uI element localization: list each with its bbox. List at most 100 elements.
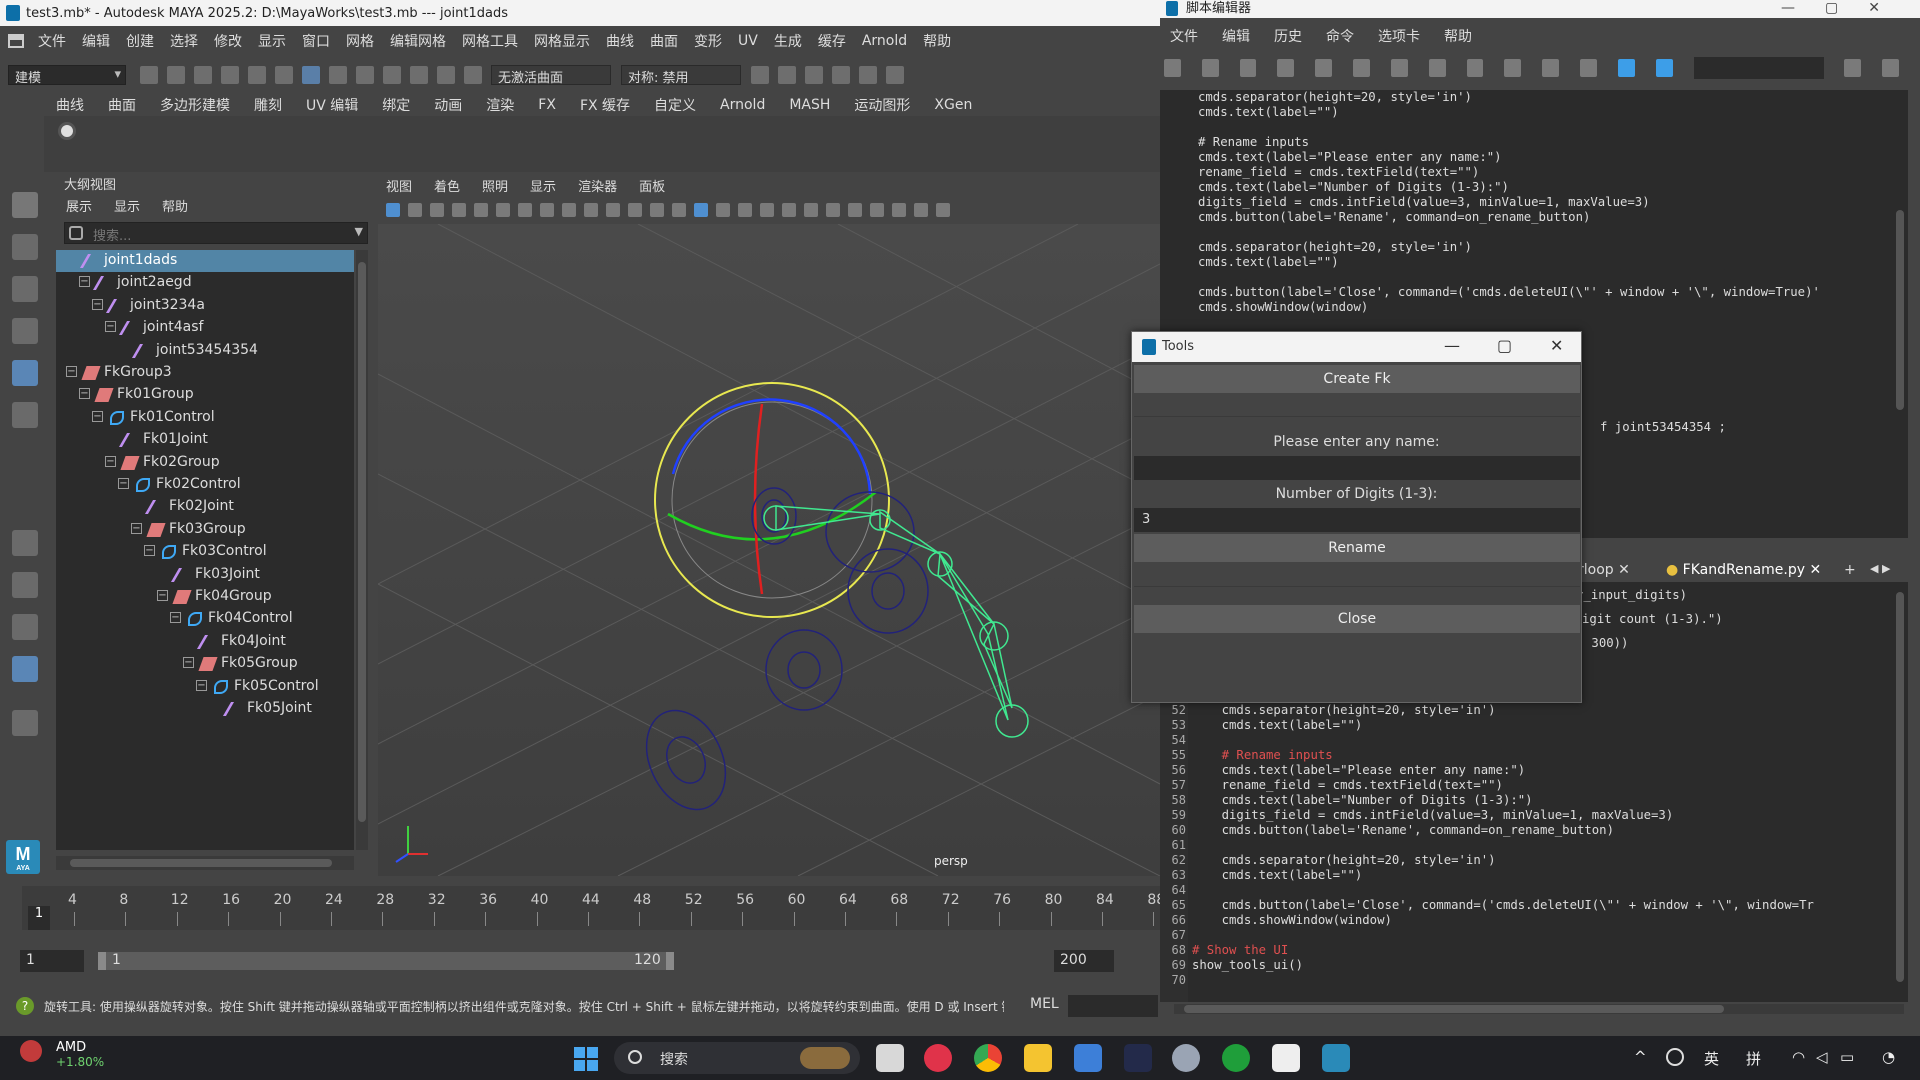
outliner-item[interactable]: − Fk01Group [56, 384, 354, 406]
isolate-select-icon[interactable] [870, 203, 884, 217]
open-scene-icon[interactable] [167, 66, 185, 84]
maya-taskbar-icon[interactable] [1322, 1044, 1350, 1072]
outliner-item[interactable]: − Fk04Group [56, 586, 354, 608]
chrome-icon[interactable] [974, 1044, 1002, 1072]
snap-curve-icon[interactable] [383, 66, 401, 84]
script-tab[interactable]: rloop ✕ [1578, 562, 1630, 578]
wifi-icon[interactable]: ◠ [1792, 1048, 1805, 1066]
render-icon[interactable] [778, 66, 796, 84]
render-frame-icon[interactable] [751, 66, 769, 84]
outliner-layout-icon[interactable] [12, 656, 38, 682]
shelf-tab[interactable]: UV 编辑 [306, 95, 358, 115]
new-scene-icon[interactable] [140, 66, 158, 84]
file-explorer-icon[interactable] [1024, 1044, 1052, 1072]
shelf-tab[interactable]: 自定义 [654, 95, 696, 115]
outliner-menu-item[interactable]: 帮助 [162, 196, 188, 215]
shelf-tab[interactable]: 多边形建模 [160, 95, 230, 115]
shelf-tab[interactable]: MASH [789, 97, 830, 113]
start-time-field[interactable]: 1 [20, 950, 84, 972]
outliner-item[interactable]: − Fk02Control [56, 474, 354, 496]
create-fk-button[interactable]: Create Fk [1134, 365, 1580, 393]
search-icon[interactable] [12, 710, 38, 736]
viewport-menu-item[interactable]: 着色 [434, 176, 460, 195]
app-icon[interactable] [1124, 1044, 1152, 1072]
undo-icon[interactable] [221, 66, 239, 84]
save-scene-icon[interactable] [194, 66, 212, 84]
shelf-tab[interactable]: 动画 [434, 95, 462, 115]
shelf-tab[interactable]: 雕刻 [254, 95, 282, 115]
show-both-icon[interactable] [1504, 59, 1522, 77]
sync-icon[interactable] [1666, 1048, 1684, 1066]
stock-widget[interactable]: AMD +1.80% [20, 1040, 104, 1069]
shelf-tab[interactable]: 绑定 [382, 95, 410, 115]
battery-icon[interactable]: ▭ [1840, 1048, 1854, 1066]
clear-all-icon[interactable] [1390, 59, 1408, 77]
render-settings-icon[interactable] [832, 66, 850, 84]
outliner-item[interactable]: joint1dads [56, 250, 354, 272]
show-history-icon[interactable] [1428, 59, 1446, 77]
grid-toggle-icon[interactable] [518, 203, 532, 217]
collapse-toggle-icon[interactable]: − [144, 545, 155, 557]
menu-item[interactable]: Arnold [862, 33, 907, 49]
redo-icon[interactable] [248, 66, 266, 84]
microsoft-store-icon[interactable] [1074, 1044, 1102, 1072]
time-slider[interactable]: 4 8 12 16 20 24 28 32 36 40 44 48 52 56 60 64 68 72 76 80 84… [0, 886, 1160, 940]
outliner-item[interactable]: − joint4asf [56, 317, 354, 339]
ambient-occlusion-icon[interactable] [826, 203, 840, 217]
shelf-tab[interactable]: FX [538, 97, 556, 113]
capcut-icon[interactable] [1272, 1044, 1300, 1072]
shelf-tab[interactable]: Arnold [720, 97, 765, 113]
snap-surface-icon[interactable] [437, 66, 455, 84]
menu-item[interactable]: 网格显示 [534, 31, 590, 51]
clear-input-icon[interactable] [1353, 59, 1370, 77]
shelf-tab[interactable]: XGen [934, 97, 972, 113]
collapse-toggle-icon[interactable]: − [105, 455, 116, 467]
viewport-menu-item[interactable]: 显示 [530, 176, 556, 195]
tab-nav-icon[interactable]: ◀ ▶ [1870, 562, 1890, 575]
safe-title-icon[interactable] [650, 203, 664, 217]
menu-item[interactable]: 变形 [694, 31, 722, 51]
outliner-menu-item[interactable]: 显示 [114, 196, 140, 215]
collapse-toggle-icon[interactable]: − [131, 522, 142, 534]
history-scrollbar[interactable] [1896, 210, 1904, 410]
rotate-tool-icon[interactable] [12, 360, 38, 386]
viewport-menu-item[interactable]: 视图 [386, 176, 412, 195]
menu-item[interactable]: 选择 [170, 31, 198, 51]
lights-icon[interactable] [782, 203, 796, 217]
close-icon[interactable]: ✕ [1550, 336, 1563, 355]
scale-tool-icon[interactable] [12, 402, 38, 428]
resolution-gate-icon[interactable] [562, 203, 576, 217]
save-script-icon[interactable] [1239, 59, 1257, 77]
outliner-item[interactable]: Fk02Joint [56, 496, 354, 518]
menu-item[interactable]: UV [738, 33, 758, 49]
default-material-icon[interactable] [716, 203, 730, 217]
netease-music-icon[interactable] [924, 1044, 952, 1072]
se-menu-item[interactable]: 文件 [1170, 26, 1198, 46]
menu-item[interactable]: 生成 [774, 31, 802, 51]
menu-item[interactable]: 曲线 [606, 31, 634, 51]
window-controls[interactable]: —▢✕ [1781, 0, 1910, 17]
select-tool-icon[interactable] [12, 192, 38, 218]
clear-history-icon[interactable] [1315, 59, 1333, 77]
outliner-hscrollbar[interactable] [56, 856, 354, 870]
live-surface-field[interactable]: 无激活曲面 [491, 65, 611, 86]
outliner-item[interactable]: − joint2aegd [56, 272, 354, 294]
menu-item[interactable]: 显示 [258, 31, 286, 51]
collapse-toggle-icon[interactable]: − [92, 298, 103, 310]
xray-joints-icon[interactable] [914, 203, 928, 217]
python-script-icon[interactable] [58, 122, 76, 140]
settings-gear-icon[interactable] [1172, 1044, 1200, 1072]
paint-select-icon[interactable] [12, 276, 38, 302]
task-view-icon[interactable] [876, 1044, 904, 1072]
menu-item[interactable]: 缓存 [818, 31, 846, 51]
collapse-toggle-icon[interactable]: − [196, 679, 207, 691]
safe-action-icon[interactable] [628, 203, 642, 217]
show-input-icon[interactable] [1466, 59, 1484, 77]
xray-icon[interactable] [892, 203, 906, 217]
menu-item[interactable]: 文件 [38, 31, 66, 51]
outliner-scrollbar[interactable] [356, 250, 368, 850]
viewport-menu-item[interactable]: 照明 [482, 176, 508, 195]
outliner-item[interactable]: Fk05Joint [56, 698, 354, 720]
se-menu-item[interactable]: 帮助 [1444, 26, 1472, 46]
volume-icon[interactable]: ◁ [1816, 1048, 1828, 1066]
